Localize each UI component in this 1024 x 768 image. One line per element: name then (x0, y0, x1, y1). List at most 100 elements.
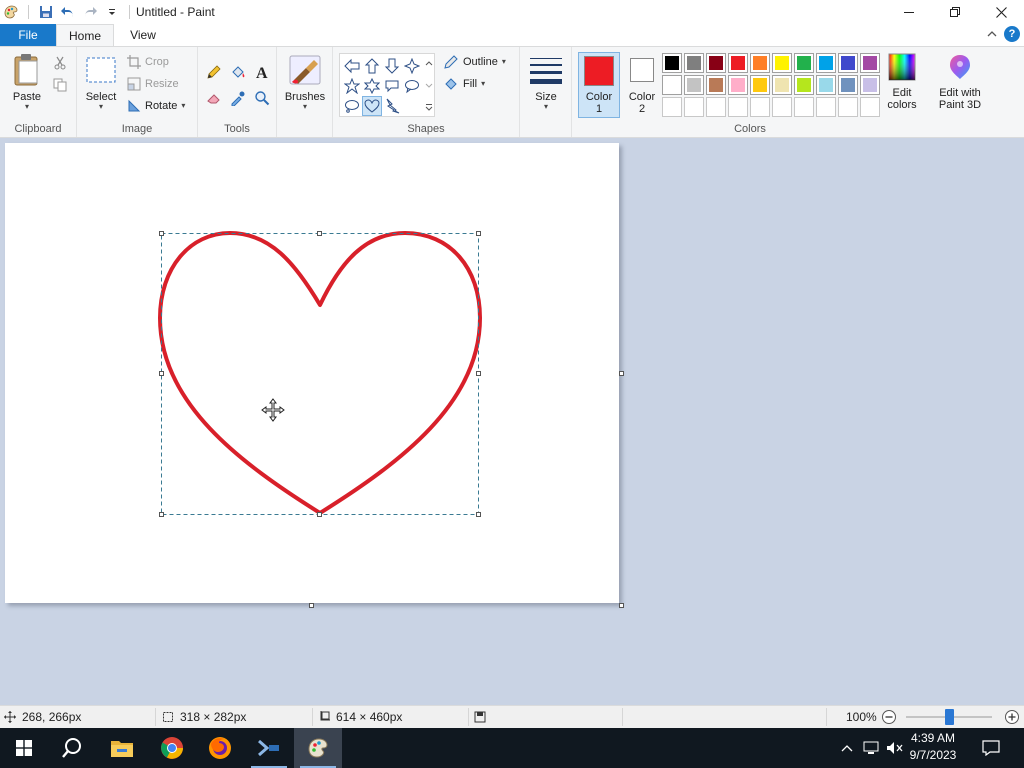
palette-swatch[interactable] (838, 97, 858, 117)
crop-button[interactable]: Crop (127, 52, 169, 72)
drawing-canvas[interactable] (5, 143, 619, 603)
redo-icon[interactable] (79, 0, 101, 24)
zoom-in-icon[interactable] (1004, 706, 1020, 728)
oval-callout-icon[interactable] (402, 76, 422, 96)
heart-shape-icon[interactable] (362, 96, 382, 116)
tab-view[interactable]: View (114, 24, 172, 46)
file-explorer-icon[interactable] (98, 728, 146, 768)
six-point-star-icon[interactable] (362, 76, 382, 96)
firefox-icon[interactable] (196, 728, 244, 768)
tab-file[interactable]: File (0, 24, 56, 46)
arrow-down-shape-icon[interactable] (382, 56, 402, 76)
shapes-scrollbar[interactable] (423, 53, 435, 117)
selection-handle-n[interactable] (317, 231, 322, 236)
lightning-shape-icon[interactable] (382, 96, 402, 116)
heart-shape[interactable] (5, 143, 619, 603)
color-picker-icon[interactable] (228, 88, 248, 108)
color1-button[interactable]: Color 1 (578, 52, 620, 118)
palette-swatch[interactable] (860, 53, 880, 73)
arrow-left-shape-icon[interactable] (342, 56, 362, 76)
selection-handle-e[interactable] (476, 371, 481, 376)
palette-swatch[interactable] (684, 75, 704, 95)
fill-bucket-icon[interactable] (228, 62, 248, 82)
copy-icon[interactable] (50, 75, 70, 95)
palette-swatch[interactable] (838, 75, 858, 95)
fill-button[interactable]: Fill ▾ (443, 74, 485, 94)
canvas-resize-handle-corner[interactable] (619, 603, 624, 608)
arrow-up-shape-icon[interactable] (362, 56, 382, 76)
workspace[interactable] (0, 138, 1024, 705)
palette-swatch[interactable] (772, 97, 792, 117)
outline-button[interactable]: Outline ▾ (443, 52, 506, 72)
zoom-slider-thumb[interactable] (944, 709, 954, 725)
paste-button[interactable]: Paste ▾ (8, 53, 46, 111)
canvas-resize-handle-right[interactable] (619, 371, 624, 376)
palette-swatch[interactable] (794, 53, 814, 73)
palette-swatch[interactable] (662, 53, 682, 73)
color2-button[interactable]: Color 2 (622, 52, 662, 118)
palette-swatch[interactable] (816, 53, 836, 73)
palette-swatch[interactable] (750, 75, 770, 95)
close-icon[interactable] (978, 0, 1024, 24)
four-point-star-icon[interactable] (402, 56, 422, 76)
scroll-down-icon[interactable] (423, 76, 435, 96)
minimize-icon[interactable] (886, 0, 932, 24)
palette-swatch[interactable] (684, 53, 704, 73)
palette-swatch[interactable] (772, 75, 792, 95)
help-icon[interactable]: ? (1004, 26, 1020, 42)
selection-handle-ne[interactable] (476, 231, 481, 236)
palette-swatch[interactable] (728, 75, 748, 95)
edit-colors-button[interactable]: Edit colors (882, 53, 922, 111)
palette-swatch[interactable] (794, 97, 814, 117)
palette-swatch[interactable] (750, 97, 770, 117)
palette-swatch[interactable] (706, 75, 726, 95)
rounded-callout-icon[interactable] (382, 76, 402, 96)
selection-handle-w[interactable] (159, 371, 164, 376)
palette-swatch[interactable] (838, 53, 858, 73)
terminal-app-icon[interactable] (245, 728, 293, 768)
palette-swatch[interactable] (860, 75, 880, 95)
system-clock[interactable]: 4:39 AM 9/7/2023 (898, 730, 968, 764)
select-button[interactable]: Select ▾ (83, 55, 119, 111)
text-icon[interactable]: A (252, 62, 272, 82)
palette-swatch[interactable] (706, 53, 726, 73)
palette-swatch[interactable] (662, 97, 682, 117)
cloud-callout-icon[interactable] (342, 96, 362, 116)
pencil-icon[interactable] (204, 62, 224, 82)
cut-icon[interactable] (50, 53, 70, 73)
selection-box[interactable] (161, 233, 479, 515)
paint-app-icon[interactable] (294, 728, 342, 768)
palette-swatch[interactable] (728, 97, 748, 117)
scroll-up-icon[interactable] (423, 53, 435, 73)
size-button[interactable]: Size ▾ (526, 55, 566, 111)
zoom-slider[interactable] (906, 709, 992, 725)
tab-home[interactable]: Home (56, 24, 114, 46)
five-point-star-icon[interactable] (342, 76, 362, 96)
search-icon[interactable] (48, 728, 96, 768)
show-hidden-icons-icon[interactable] (836, 728, 858, 768)
selection-handle-se[interactable] (476, 512, 481, 517)
collapse-ribbon-icon[interactable] (986, 28, 998, 40)
selection-handle-nw[interactable] (159, 231, 164, 236)
palette-swatch[interactable] (816, 97, 836, 117)
save-icon[interactable] (35, 0, 57, 24)
brushes-button[interactable]: Brushes ▾ (283, 54, 327, 111)
palette-swatch[interactable] (662, 75, 682, 95)
palette-swatch[interactable] (706, 97, 726, 117)
notifications-icon[interactable] (978, 728, 1004, 768)
palette-swatch[interactable] (728, 53, 748, 73)
resize-button[interactable]: Resize (127, 74, 179, 94)
eraser-icon[interactable] (204, 88, 224, 108)
edit-with-paint3d-button[interactable]: Edit with Paint 3D (932, 53, 988, 111)
paint-app-icon[interactable] (0, 0, 22, 24)
restore-icon[interactable] (932, 0, 978, 24)
palette-swatch[interactable] (794, 75, 814, 95)
expand-gallery-icon[interactable] (423, 99, 435, 119)
undo-icon[interactable] (57, 0, 79, 24)
canvas-resize-handle-bottom[interactable] (309, 603, 314, 608)
palette-swatch[interactable] (816, 75, 836, 95)
network-icon[interactable] (860, 728, 882, 768)
customize-dropdown-icon[interactable] (101, 0, 123, 24)
palette-swatch[interactable] (750, 53, 770, 73)
selection-handle-sw[interactable] (159, 512, 164, 517)
